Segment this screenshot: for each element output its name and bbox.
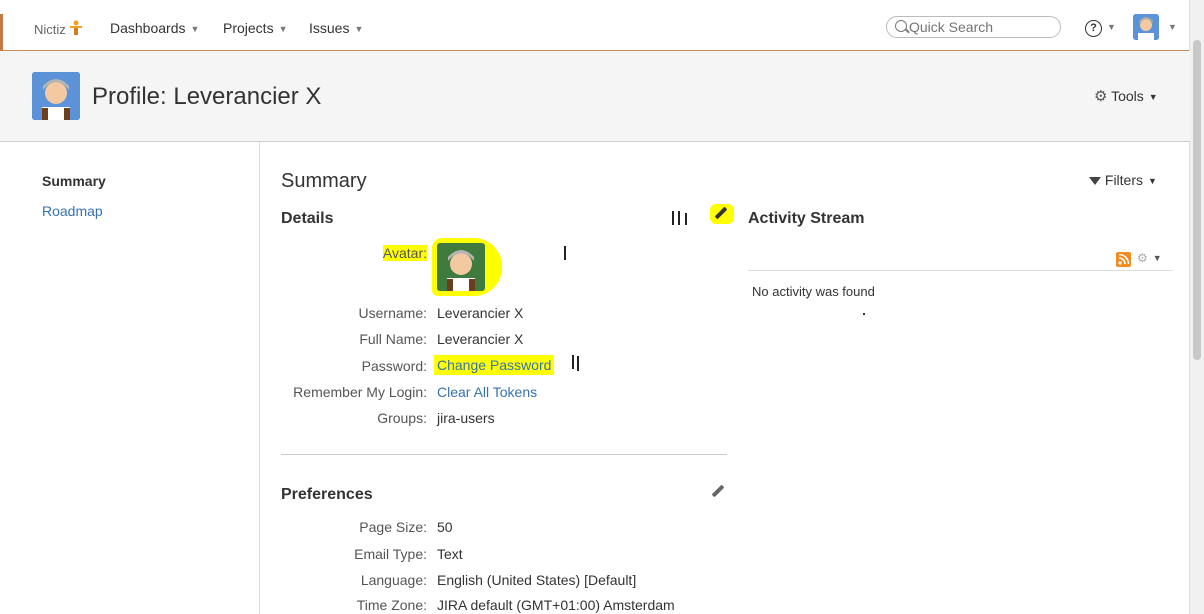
password-label: Password: [361, 358, 427, 374]
scrollbar-thumb[interactable] [1193, 40, 1201, 360]
chevron-down-icon: ▼ [1152, 253, 1162, 263]
user-avatar-icon [1133, 14, 1159, 40]
chevron-down-icon: ▼ [354, 24, 364, 34]
sidebar-item-summary[interactable]: Summary [42, 173, 106, 189]
page-title: Profile: Leverancier X [92, 83, 322, 110]
help-icon: ? [1085, 20, 1102, 37]
profile-avatar-icon [32, 72, 80, 120]
email-type-label: Email Type: [354, 546, 427, 562]
nav-issues[interactable]: Issues ▼ [309, 20, 363, 36]
sidebar-item-roadmap[interactable]: Roadmap [42, 203, 103, 219]
gear-icon: ⚙ [1137, 251, 1148, 265]
gear-icon: ⚙ [1094, 88, 1108, 105]
username-value: Leverancier X [437, 305, 524, 321]
top-navigation: Nictiz Dashboards▼ Projects▼ Issues▼ ?▼ … [0, 0, 1190, 70]
chevron-down-icon: ▼ [278, 24, 288, 34]
annotation-mark [678, 211, 680, 225]
app-logo[interactable]: Nictiz [34, 20, 83, 37]
annotation-mark [577, 356, 579, 371]
preferences-heading: Preferences [281, 486, 373, 503]
change-password-link[interactable]: Change Password [434, 355, 555, 375]
quick-search-input[interactable] [886, 16, 1061, 38]
chevron-down-icon: ▼ [1148, 92, 1158, 102]
divider [748, 270, 1173, 271]
groups-value: jira-users [437, 410, 495, 426]
email-type-value: Text [437, 546, 463, 562]
activity-stream-heading: Activity Stream [748, 210, 865, 227]
avatar-image-icon[interactable] [437, 243, 485, 291]
annotation-mark [564, 246, 566, 260]
chevron-down-icon: ▼ [1168, 22, 1177, 32]
logo-text: Nictiz [34, 22, 66, 37]
annotation-mark [572, 355, 574, 369]
rss-feed-icon[interactable] [1116, 252, 1131, 267]
avatar-label: Avatar: [382, 245, 427, 261]
details-heading: Details [281, 210, 334, 227]
annotation-dot [863, 313, 865, 315]
page-scrollbar[interactable] [1189, 0, 1204, 614]
sidebar: Summary Roadmap [0, 142, 260, 614]
filter-icon [1089, 177, 1101, 185]
filters-button[interactable]: Filters ▼ [1089, 172, 1157, 188]
activity-settings-button[interactable]: ⚙ ▼ [1137, 251, 1162, 265]
remember-login-label: Remember My Login: [293, 384, 427, 400]
page-header: Profile: Leverancier X ⚙ Tools ▼ [0, 51, 1190, 142]
language-value: English (United States) [Default] [437, 572, 637, 588]
activity-empty-message: No activity was found [752, 284, 875, 299]
chevron-down-icon: ▼ [190, 24, 200, 34]
user-avatar-menu[interactable] [1133, 14, 1159, 40]
chevron-down-icon: ▼ [1148, 176, 1157, 186]
nav-projects[interactable]: Projects ▼ [223, 20, 288, 36]
section-title: Summary [281, 170, 367, 192]
logo-figure-icon [69, 20, 82, 35]
timezone-label: Time Zone: [356, 597, 427, 613]
edit-preferences-pencil-icon[interactable] [711, 484, 725, 498]
annotation-mark [672, 211, 674, 225]
chevron-down-icon: ▼ [1107, 22, 1116, 32]
timezone-value: JIRA default (GMT+01:00) Amsterdam [437, 597, 675, 613]
search-icon [895, 20, 907, 32]
nav-dashboards[interactable]: Dashboards ▼ [110, 20, 199, 36]
groups-label: Groups: [377, 410, 427, 426]
page-size-value: 50 [437, 519, 453, 535]
language-label: Language: [360, 572, 427, 588]
fullname-label: Full Name: [359, 331, 427, 347]
annotation-mark [685, 213, 687, 225]
page-size-label: Page Size: [359, 519, 427, 535]
fullname-value: Leverancier X [437, 331, 524, 347]
tools-button[interactable]: ⚙ Tools ▼ [1094, 87, 1158, 105]
clear-all-tokens-link[interactable]: Clear All Tokens [437, 384, 537, 400]
username-label: Username: [358, 305, 427, 321]
divider [281, 454, 727, 455]
help-menu[interactable]: ? ▼ [1085, 18, 1116, 37]
